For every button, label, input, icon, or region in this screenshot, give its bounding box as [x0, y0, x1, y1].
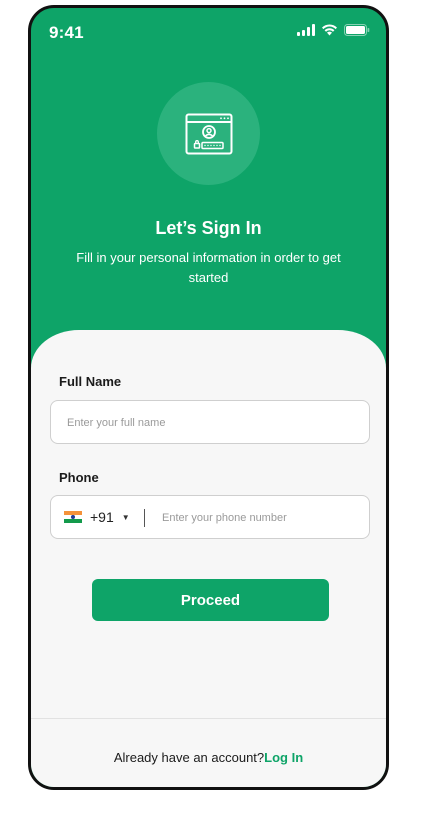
full-name-input[interactable] — [65, 401, 359, 445]
login-link[interactable]: Log In — [264, 750, 303, 765]
status-bar: 9:41 — [31, 8, 386, 52]
phone-field: +91 ▼ — [50, 495, 370, 540]
page-title: Let’s Sign In — [155, 218, 262, 238]
page-subtitle: Fill in your personal information in ord… — [76, 250, 341, 285]
country-code-selector[interactable]: +91 ▼ — [64, 496, 130, 538]
full-name-label: Full Name — [59, 374, 122, 389]
chevron-down-icon: ▼ — [121, 512, 130, 522]
phone-number-input[interactable] — [160, 496, 364, 540]
login-window-icon — [185, 113, 232, 154]
india-flag-icon — [64, 511, 82, 523]
dial-code: +91 — [90, 509, 114, 525]
status-time: 9:41 — [49, 23, 84, 42]
footer-prompt: Already have an account? — [113, 750, 265, 765]
battery-icon — [344, 24, 370, 36]
hero-icon-circle — [157, 82, 260, 185]
footer-divider — [31, 718, 386, 719]
phone-label: Phone — [59, 470, 99, 485]
full-name-field[interactable] — [50, 400, 370, 445]
phone-divider — [144, 509, 145, 527]
phone-frame: 9:41 Let’s Sign In Fill in your personal… — [28, 5, 389, 790]
footer: Already have an account?Log In — [31, 750, 386, 765]
cellular-signal-icon — [297, 24, 315, 36]
proceed-button[interactable]: Proceed — [92, 579, 329, 621]
status-icons — [297, 24, 370, 36]
wifi-icon — [321, 24, 338, 36]
